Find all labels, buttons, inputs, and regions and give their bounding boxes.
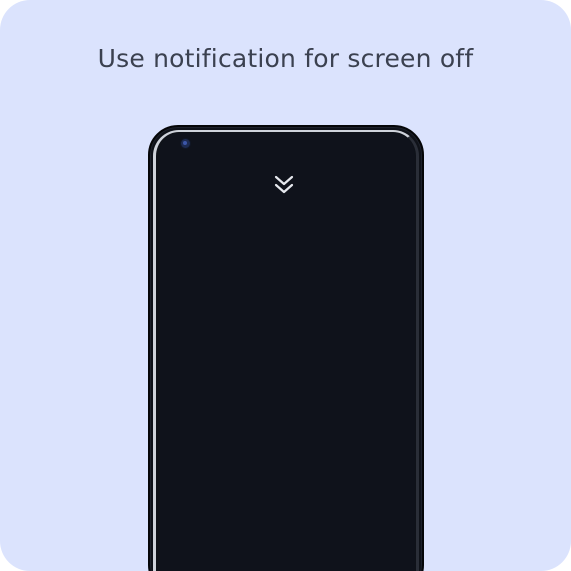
- tutorial-card: Use notification for screen off: [0, 0, 571, 571]
- front-camera-icon: [181, 139, 190, 148]
- double-chevron-down-icon: [274, 175, 294, 194]
- phone-screen: [159, 133, 415, 571]
- page-title: Use notification for screen off: [97, 44, 474, 73]
